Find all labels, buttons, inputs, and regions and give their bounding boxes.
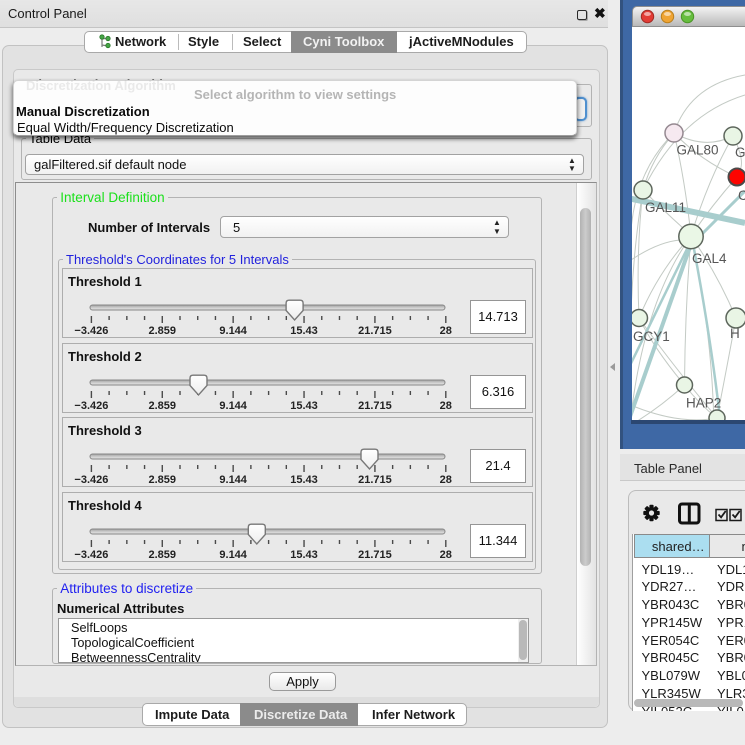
svg-text:C: C: [738, 188, 745, 203]
svg-text:HAP2: HAP2: [686, 396, 721, 411]
svg-text:GAL11: GAL11: [645, 200, 686, 215]
svg-text:GAL4: GAL4: [692, 251, 727, 266]
svg-text:GAL80: GAL80: [677, 143, 719, 158]
svg-text:G.: G.: [735, 145, 745, 160]
svg-text:GCY1: GCY1: [633, 329, 670, 344]
svg-text:H: H: [730, 326, 740, 341]
